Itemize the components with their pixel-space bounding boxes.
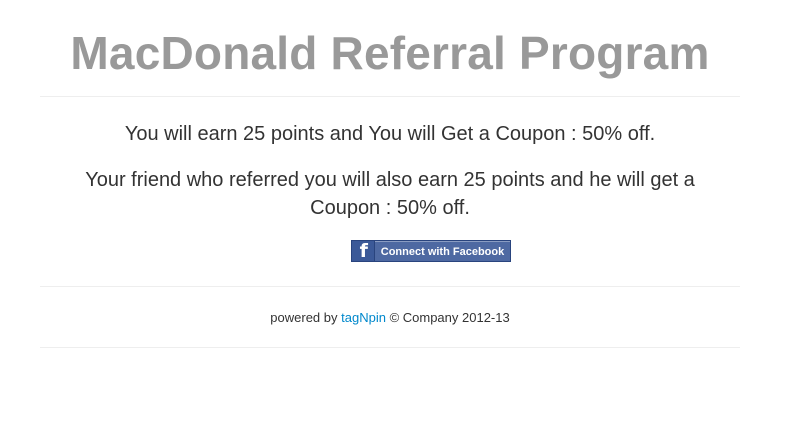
referral-content: You will earn 25 points and You will Get… (40, 97, 740, 264)
connect-with-facebook-button[interactable]: f Connect with Facebook (350, 240, 512, 262)
page-title: MacDonald Referral Program (70, 27, 710, 79)
friend-points-text: Your friend who referred you will also e… (85, 169, 695, 219)
footer-divider (40, 347, 740, 348)
facebook-button-row: f Connect with Facebook (40, 240, 740, 264)
footer-copyright: © Company 2012-13 (389, 310, 510, 325)
earn-points-text: You will earn 25 points and You will Get… (124, 123, 656, 145)
footer-prefix: powered by (270, 310, 338, 325)
tagnpin-link[interactable]: tagNpin (341, 310, 386, 325)
facebook-f-icon: f (351, 241, 375, 261)
facebook-button-label: Connect with Facebook (374, 241, 511, 261)
page-container: MacDonald Referral Program You will earn… (40, 0, 740, 348)
footer: powered by tagNpin © Company 2012-13 (40, 287, 740, 347)
